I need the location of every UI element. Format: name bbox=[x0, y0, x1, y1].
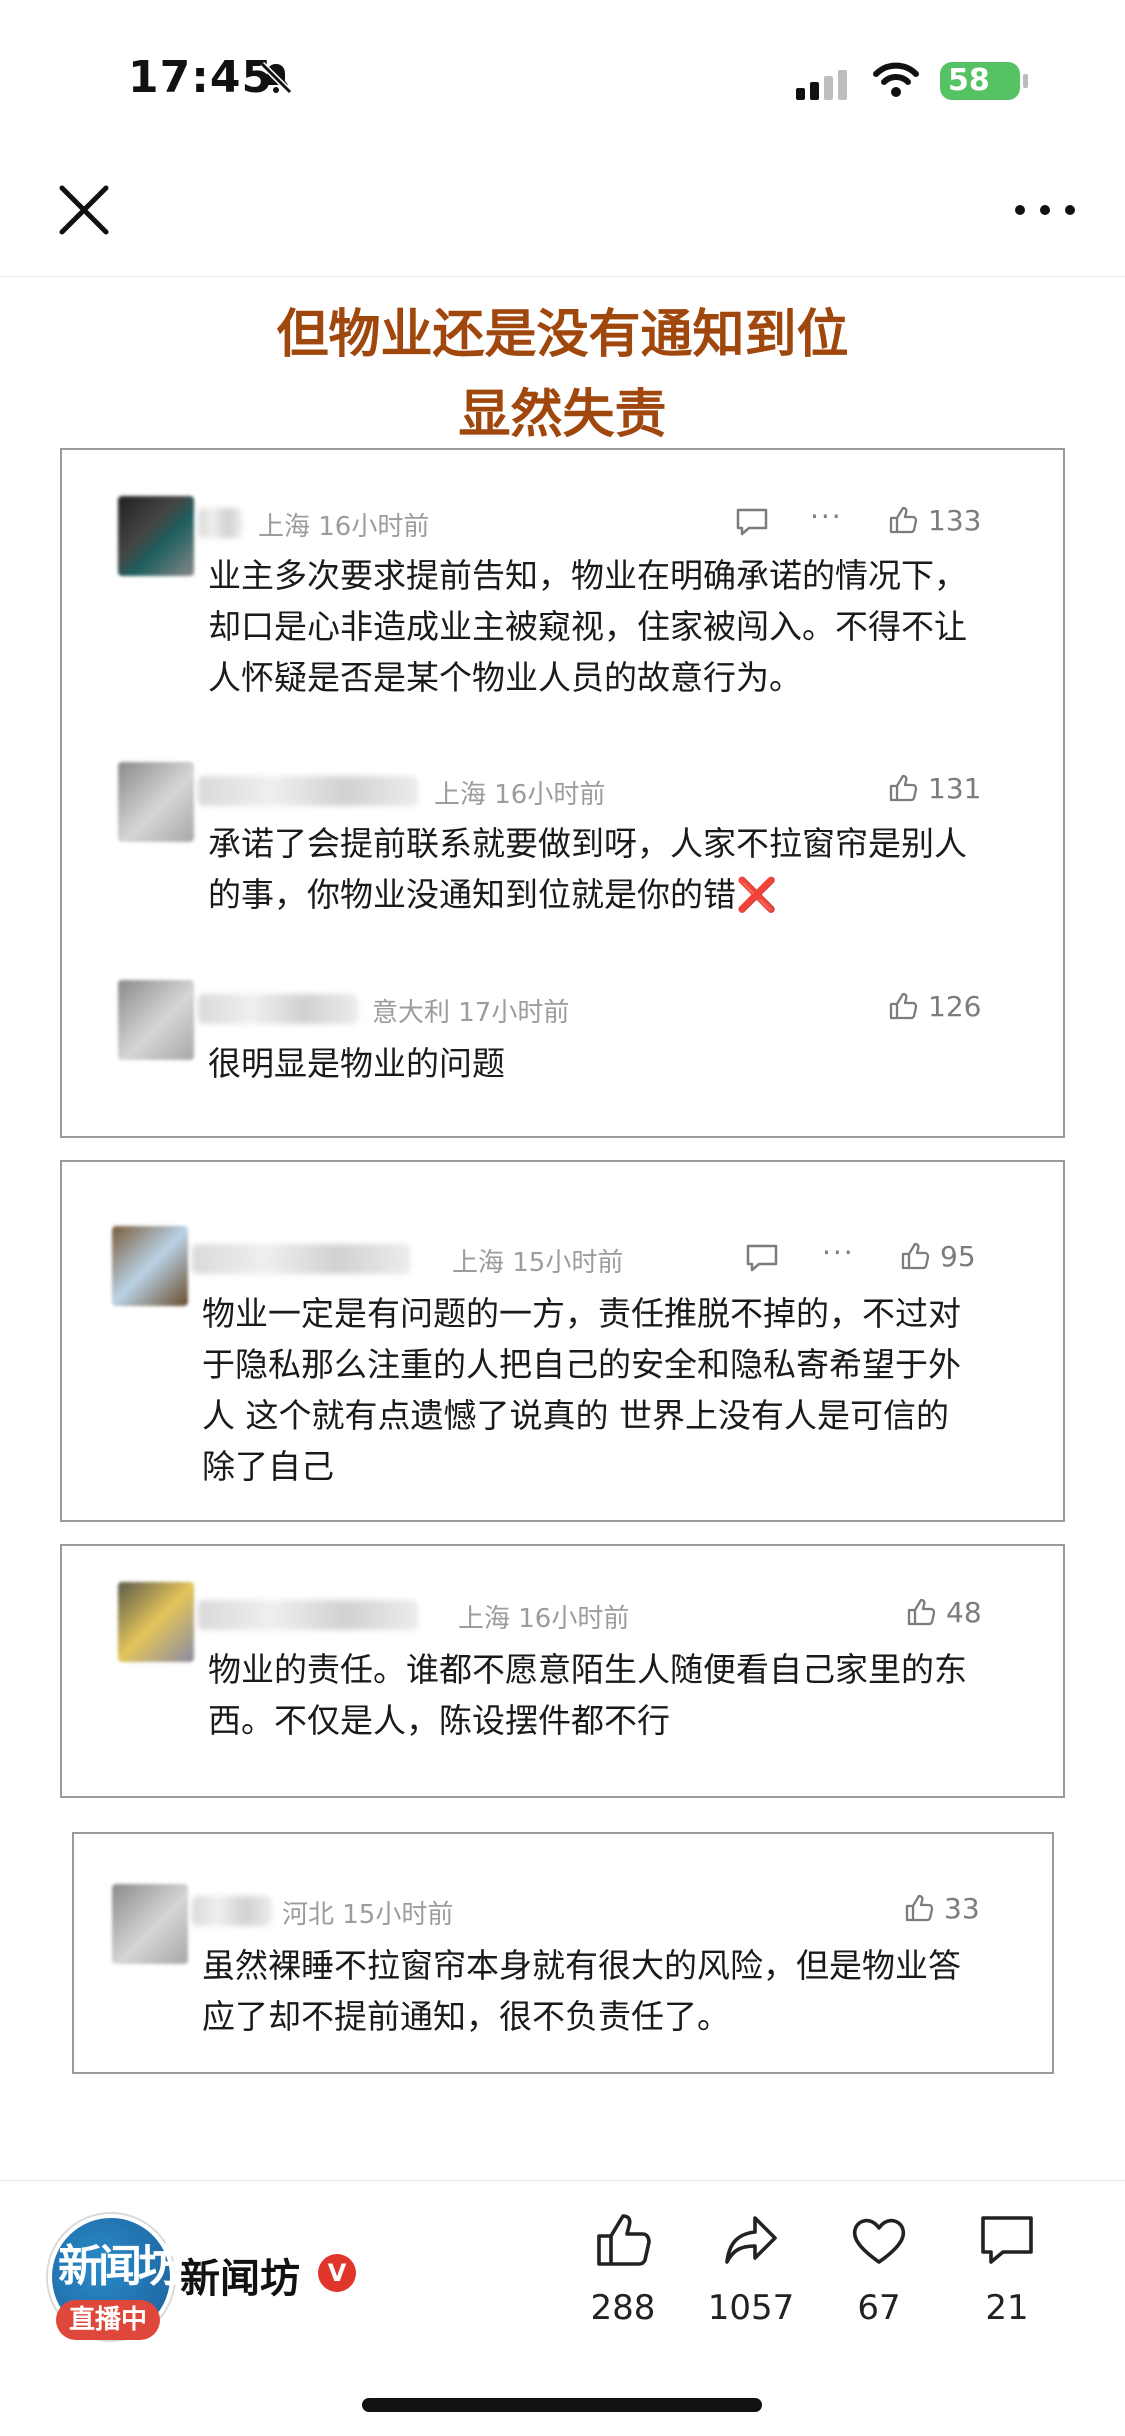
thumb-up-icon bbox=[889, 506, 918, 534]
more-icon[interactable]: ··· bbox=[822, 1236, 855, 1269]
cross-mark-emoji: ❌ bbox=[736, 875, 778, 914]
avatar bbox=[112, 1226, 188, 1306]
favorite-stat-button[interactable]: 67 bbox=[824, 2210, 934, 2328]
like-count: 33 bbox=[944, 1892, 980, 1925]
avatar bbox=[118, 1582, 194, 1662]
like-button[interactable]: 48 bbox=[906, 1596, 982, 1629]
avatar bbox=[118, 762, 194, 842]
like-count: 48 bbox=[946, 1596, 982, 1629]
comment-text: 虽然裸睡不拉窗帘本身就有很大的风险，但是物业答应了却不提前通知，很不负责任了。 bbox=[202, 1946, 961, 2036]
more-options-icon[interactable] bbox=[1010, 190, 1080, 230]
avatar bbox=[118, 980, 194, 1060]
thumb-up-icon bbox=[597, 2214, 651, 2266]
like-count: 126 bbox=[928, 990, 982, 1023]
username-blurred bbox=[198, 508, 242, 538]
share-stat-button[interactable]: 1057 bbox=[696, 2210, 806, 2328]
username-blurred bbox=[198, 1600, 418, 1630]
comment-text: 物业的责任。谁都不愿意陌生人随便看自己家里的东西。不仅是人，陈设摆件都不行 bbox=[208, 1650, 967, 1740]
comment-text: 业主多次要求提前告知，物业在明确承诺的情况下，却口是心非造成业主被窥视，住家被闯… bbox=[208, 556, 967, 697]
reply-icon[interactable] bbox=[735, 507, 769, 537]
thumb-up-icon bbox=[889, 992, 918, 1020]
like-count: 288 bbox=[590, 2288, 656, 2328]
avatar bbox=[112, 1884, 188, 1964]
username-blurred bbox=[192, 1244, 410, 1274]
battery-indicator: 58 bbox=[940, 62, 1028, 100]
username-blurred bbox=[192, 1896, 272, 1926]
live-badge[interactable]: 直播中 bbox=[56, 2300, 160, 2340]
nav-divider bbox=[0, 276, 1125, 277]
home-indicator[interactable] bbox=[362, 2398, 762, 2412]
comment-meta: 河北 15小时前 bbox=[282, 1900, 454, 1930]
like-button[interactable]: 126 bbox=[888, 990, 981, 1023]
username-blurred bbox=[198, 776, 418, 806]
cellular-signal-icon bbox=[796, 68, 852, 100]
comment-meta: 上海 16小时前 bbox=[258, 512, 430, 542]
wifi-icon bbox=[873, 62, 919, 97]
like-button[interactable]: 33 bbox=[904, 1892, 980, 1925]
like-count: 131 bbox=[928, 772, 982, 805]
headline-line2: 显然失责 bbox=[458, 385, 667, 445]
comment-meta: 上海 16小时前 bbox=[434, 780, 606, 810]
more-icon[interactable]: ··· bbox=[810, 500, 843, 533]
avatar bbox=[118, 496, 194, 576]
battery-level: 58 bbox=[948, 63, 990, 98]
comment-meta: 上海 15小时前 bbox=[452, 1248, 624, 1278]
verified-icon: V bbox=[318, 2254, 356, 2292]
comment-text: 物业一定是有问题的一方，责任推脱不掉的，不过对于隐私那么注重的人把自己的安全和隐… bbox=[202, 1294, 961, 1486]
bottom-divider bbox=[0, 2180, 1125, 2181]
channel-logo-text: 新闻坊 bbox=[58, 2241, 182, 2292]
comment-meta: 上海 16小时前 bbox=[458, 1604, 630, 1634]
favorite-count: 67 bbox=[857, 2288, 901, 2328]
like-button[interactable]: 133 bbox=[888, 504, 981, 537]
like-stat-button[interactable]: 288 bbox=[568, 2210, 678, 2328]
thumb-up-icon bbox=[889, 774, 918, 802]
like-button[interactable]: 131 bbox=[888, 772, 981, 805]
status-time: 17:45 bbox=[128, 52, 274, 103]
heart-icon bbox=[852, 2218, 906, 2264]
comment-count: 21 bbox=[985, 2288, 1029, 2328]
username-blurred bbox=[198, 994, 358, 1024]
headline-line1: 但物业还是没有通知到位 bbox=[276, 305, 849, 365]
share-icon bbox=[725, 2216, 777, 2264]
comment-text: 承诺了会提前联系就要做到呀，人家不拉窗帘是别人的事，你物业没通知到位就是你的错❌ bbox=[208, 818, 968, 920]
close-icon[interactable] bbox=[52, 178, 116, 242]
comment-stat-button[interactable]: 21 bbox=[952, 2210, 1062, 2328]
comment-icon bbox=[981, 2216, 1033, 2264]
comment-text: 很明显是物业的问题 bbox=[208, 1044, 505, 1083]
channel-name[interactable]: 新闻坊 bbox=[180, 2246, 300, 2304]
like-count: 95 bbox=[940, 1240, 976, 1273]
thumb-up-icon bbox=[901, 1242, 930, 1270]
comment-body: 承诺了会提前联系就要做到呀，人家不拉窗帘是别人的事，你物业没通知到位就是你的错 bbox=[208, 824, 967, 914]
thumb-up-icon bbox=[905, 1894, 934, 1922]
share-count: 1057 bbox=[707, 2288, 795, 2328]
comment-meta: 意大利 17小时前 bbox=[372, 998, 570, 1028]
like-count: 133 bbox=[928, 504, 982, 537]
thumb-up-icon bbox=[907, 1598, 936, 1626]
bell-muted-icon bbox=[259, 61, 293, 95]
like-button[interactable]: 95 bbox=[900, 1240, 976, 1273]
reply-icon[interactable] bbox=[745, 1243, 779, 1273]
